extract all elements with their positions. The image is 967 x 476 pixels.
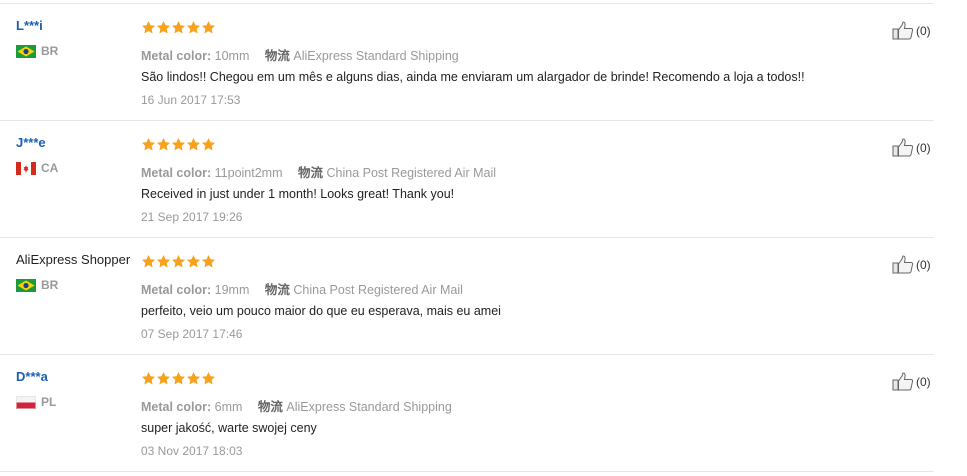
star-icon <box>141 254 156 269</box>
country-code: PL <box>41 395 57 409</box>
brazil-flag-icon <box>16 278 36 292</box>
review-date: 07 Sep 2017 17:46 <box>141 327 243 341</box>
thumbs-up-icon[interactable] <box>892 255 914 274</box>
shipping-value: China Post Registered Air Mail <box>326 166 497 180</box>
star-rating <box>141 371 216 387</box>
metal-color-label: Metal color: <box>141 283 212 297</box>
metal-color-label: Metal color: <box>141 166 212 180</box>
reviewer-country: CA <box>16 161 58 175</box>
star-icon <box>201 254 216 269</box>
canada-flag-icon <box>16 161 36 175</box>
metal-color-value: 11point2mm <box>214 166 283 180</box>
star-icon <box>156 20 171 35</box>
metal-color-label: Metal color: <box>141 400 212 414</box>
review-attributes: Metal color: 11point2mm 物流 China Post Re… <box>141 162 496 181</box>
metal-color-value: 10mm <box>214 49 250 63</box>
helpful-button[interactable]: (0) <box>892 255 931 274</box>
helpful-button[interactable]: (0) <box>892 138 931 157</box>
metal-color-value: 19mm <box>214 283 250 297</box>
poland-flag-icon <box>16 395 36 409</box>
shipping-label: 物流 <box>264 49 290 63</box>
thumbs-up-icon[interactable] <box>892 21 914 40</box>
star-icon <box>201 20 216 35</box>
review-comment: perfeito, veio um pouco maior do que eu … <box>141 304 501 318</box>
review-date: 03 Nov 2017 18:03 <box>141 444 243 458</box>
country-code: BR <box>41 278 59 292</box>
review-item: J***e CA Metal color: 11point2mm 物流 Chin… <box>0 121 967 238</box>
reviewer-name[interactable]: AliExpress Shopper <box>16 252 130 267</box>
shipping-label: 物流 <box>257 400 283 414</box>
star-icon <box>186 20 201 35</box>
review-attributes: Metal color: 19mm 物流 China Post Register… <box>141 279 463 298</box>
review-divider <box>0 471 934 472</box>
star-icon <box>141 371 156 386</box>
star-icon <box>186 137 201 152</box>
review-comment: super jakość, warte swojej ceny <box>141 421 317 435</box>
star-icon <box>156 371 171 386</box>
review-attributes: Metal color: 10mm 物流 AliExpress Standard… <box>141 45 459 64</box>
review-date: 21 Sep 2017 19:26 <box>141 210 243 224</box>
star-rating <box>141 137 216 153</box>
star-icon <box>171 254 186 269</box>
country-code: BR <box>41 44 59 58</box>
star-rating <box>141 20 216 36</box>
star-icon <box>171 371 186 386</box>
star-icon <box>141 137 156 152</box>
brazil-flag-icon <box>16 44 36 58</box>
thumbs-up-icon[interactable] <box>892 372 914 391</box>
helpful-count: (0) <box>916 140 931 155</box>
reviewer-country: BR <box>16 44 58 58</box>
review-item: L***i BR Metal color: 10mm 物流 AliExpress… <box>0 4 967 121</box>
review-item: AliExpress Shopper BR Metal color: 19mm … <box>0 238 967 355</box>
shipping-value: AliExpress Standard Shipping <box>286 400 452 414</box>
country-code: CA <box>41 161 59 175</box>
review-attributes: Metal color: 6mm 物流 AliExpress Standard … <box>141 396 452 415</box>
reviewer-country: PL <box>16 395 56 409</box>
review-date: 16 Jun 2017 17:53 <box>141 93 241 107</box>
shipping-label: 物流 <box>297 166 323 180</box>
star-icon <box>141 20 156 35</box>
helpful-count: (0) <box>916 23 931 38</box>
star-rating <box>141 254 216 270</box>
review-comment: Received in just under 1 month! Looks gr… <box>141 187 455 201</box>
thumbs-up-icon[interactable] <box>892 138 914 157</box>
star-icon <box>171 20 186 35</box>
star-icon <box>156 254 171 269</box>
star-icon <box>201 137 216 152</box>
reviewer-name[interactable]: L***i <box>16 18 43 33</box>
star-icon <box>186 371 201 386</box>
reviewer-name[interactable]: D***a <box>16 369 48 384</box>
star-icon <box>201 371 216 386</box>
star-icon <box>186 254 201 269</box>
helpful-count: (0) <box>916 257 931 272</box>
review-item: D***a PL Metal color: 6mm 物流 AliExpress … <box>0 355 967 472</box>
helpful-button[interactable]: (0) <box>892 372 931 391</box>
metal-color-label: Metal color: <box>141 49 212 63</box>
review-comment: São lindos!! Chegou em um mês e alguns d… <box>141 70 805 84</box>
helpful-count: (0) <box>916 374 931 389</box>
star-icon <box>156 137 171 152</box>
reviewer-country: BR <box>16 278 58 292</box>
shipping-label: 物流 <box>264 283 290 297</box>
helpful-button[interactable]: (0) <box>892 21 931 40</box>
reviewer-name[interactable]: J***e <box>16 135 46 150</box>
shipping-value: AliExpress Standard Shipping <box>293 49 459 63</box>
shipping-value: China Post Registered Air Mail <box>293 283 463 297</box>
metal-color-value: 6mm <box>214 400 243 414</box>
star-icon <box>171 137 186 152</box>
